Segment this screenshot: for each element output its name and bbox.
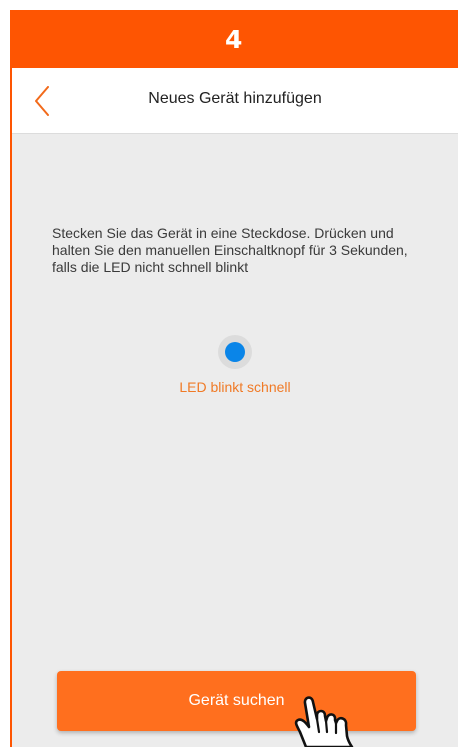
step-banner: 4	[10, 10, 458, 68]
led-indicator	[218, 335, 252, 369]
search-device-button-label: Gerät suchen	[188, 692, 285, 709]
page-title: Neues Gerät hinzufügen	[148, 90, 322, 107]
step-number: 4	[225, 24, 243, 54]
instructions-text: Stecken Sie das Gerät in eine Steckdose.…	[52, 225, 408, 275]
led-dot-icon	[225, 342, 245, 362]
app-screen: 4 Neues Gerät hinzufügen Stecken Sie das…	[0, 0, 458, 747]
led-status-label: LED blinkt schnell	[179, 379, 291, 395]
hand-pointer-icon	[294, 696, 354, 747]
main-content: Stecken Sie das Gerät in eine Steckdose.…	[12, 134, 458, 747]
navigation-bar: Neues Gerät hinzufügen	[12, 68, 458, 134]
